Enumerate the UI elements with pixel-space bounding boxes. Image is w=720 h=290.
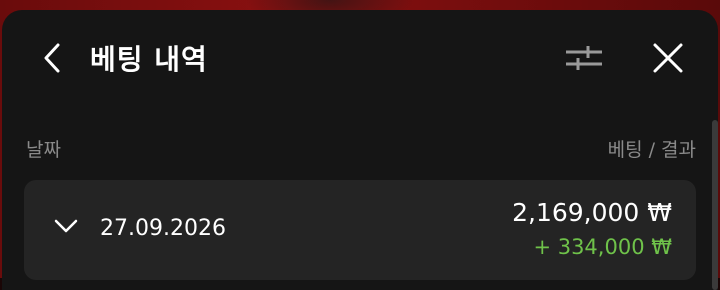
- chevron-down-icon: [54, 218, 78, 238]
- expand-row-button[interactable]: [52, 214, 80, 242]
- close-button[interactable]: [646, 40, 690, 80]
- back-button[interactable]: [36, 42, 68, 78]
- bet-history-panel: 베팅 내역 날짜 베팅 / 결과 27.09.2026 2,169,000 ₩ …: [2, 10, 718, 290]
- column-header-date: 날짜: [26, 139, 61, 161]
- panel-header: 베팅 내역: [2, 10, 718, 110]
- filter-button[interactable]: [562, 42, 606, 78]
- column-header-bet-result: 베팅 / 결과: [607, 139, 696, 161]
- close-icon: [652, 42, 684, 78]
- bet-amount: 2,169,000 ₩: [512, 198, 672, 227]
- scrollbar[interactable]: [712, 120, 718, 290]
- page-title: 베팅 내역: [90, 43, 208, 76]
- sliders-icon: [564, 42, 604, 78]
- bet-date: 27.09.2026: [100, 216, 226, 241]
- bet-history-row[interactable]: 27.09.2026 2,169,000 ₩ + 334,000 ₩: [24, 180, 696, 280]
- bet-result-amount: + 334,000 ₩: [533, 235, 672, 259]
- chevron-left-icon: [42, 42, 62, 78]
